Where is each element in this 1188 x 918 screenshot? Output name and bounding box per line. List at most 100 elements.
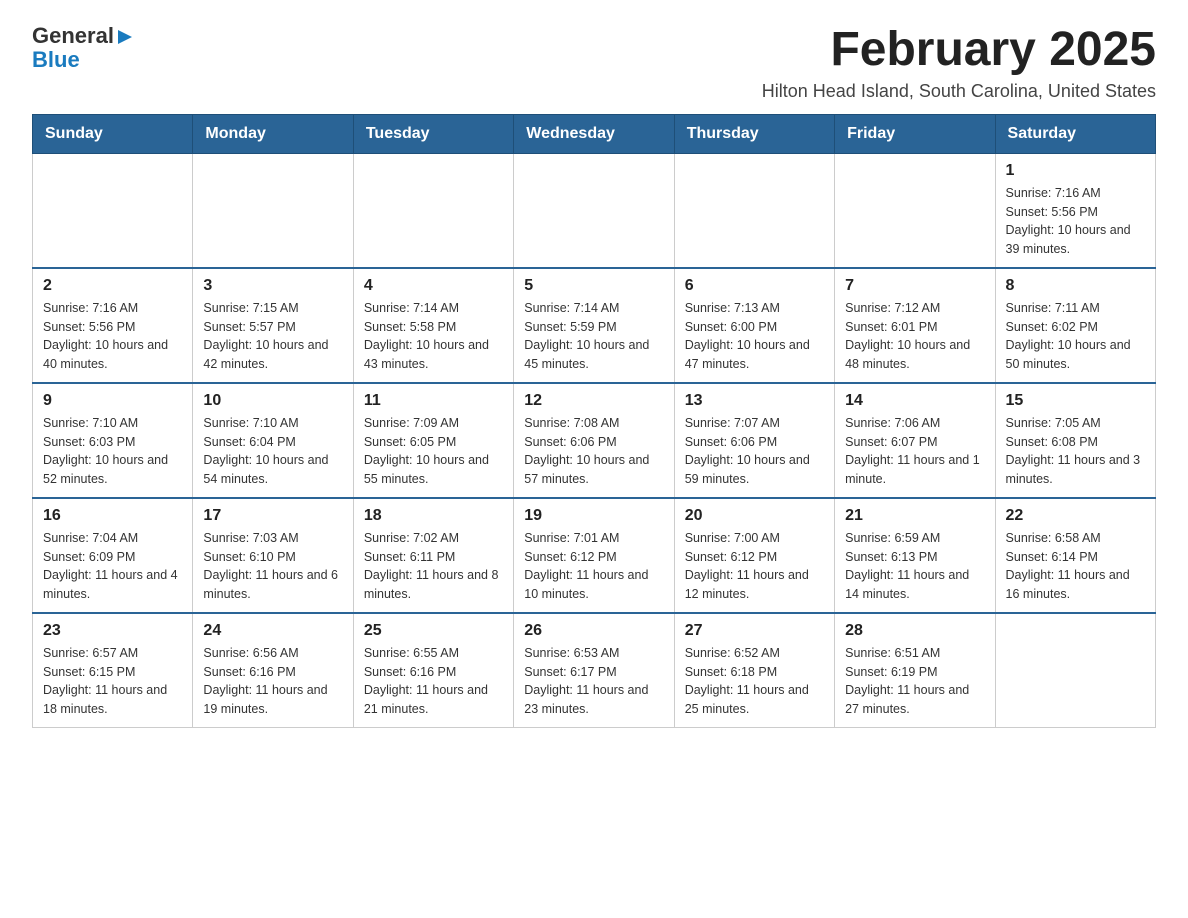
calendar-cell: 6 Sunrise: 7:13 AM Sunset: 6:00 PM Daylig…: [674, 268, 834, 383]
day-info: Sunrise: 6:53 AM Sunset: 6:17 PM Dayligh…: [524, 644, 663, 719]
day-number: 27: [685, 622, 824, 640]
day-number: 22: [1006, 507, 1145, 525]
day-number: 15: [1006, 392, 1145, 410]
day-info: Sunrise: 7:06 AM Sunset: 6:07 PM Dayligh…: [845, 414, 984, 489]
calendar-cell: 13Sunrise: 7:07 AM Sunset: 6:06 PM Dayli…: [674, 383, 834, 498]
calendar-cell: [674, 153, 834, 268]
day-info: Sunrise: 6:57 AM Sunset: 6:15 PM Dayligh…: [43, 644, 182, 719]
day-info: Sunrise: 7:00 AM Sunset: 6:12 PM Dayligh…: [685, 529, 824, 604]
calendar-cell: 22 Sunrise: 6:58 AM Sunset: 6:14 PM Dayli…: [995, 498, 1155, 613]
calendar-cell: 2Sunrise: 7:16 AM Sunset: 5:56 PM Daylig…: [33, 268, 193, 383]
day-info: Sunrise: 7:11 AM Sunset: 6:02 PM Dayligh…: [1006, 299, 1145, 374]
day-info: Sunrise: 7:16 AM Sunset: 5:56 PM Dayligh…: [43, 299, 182, 374]
calendar-cell: [33, 153, 193, 268]
day-number: 6: [685, 277, 824, 295]
day-info: Sunrise: 7:12 AM Sunset: 6:01 PM Dayligh…: [845, 299, 984, 374]
location-subtitle: Hilton Head Island, South Carolina, Unit…: [762, 81, 1156, 102]
calendar-cell: 14 Sunrise: 7:06 AM Sunset: 6:07 PM Dayli…: [835, 383, 995, 498]
calendar-week-1: 1 Sunrise: 7:16 AM Sunset: 5:56 PM Daylig…: [33, 153, 1156, 268]
calendar-cell: 21 Sunrise: 6:59 AM Sunset: 6:13 PM Dayli…: [835, 498, 995, 613]
calendar-cell: 5 Sunrise: 7:14 AM Sunset: 5:59 PM Daylig…: [514, 268, 674, 383]
calendar-cell: 19 Sunrise: 7:01 AM Sunset: 6:12 PM Dayli…: [514, 498, 674, 613]
calendar-cell: 4 Sunrise: 7:14 AM Sunset: 5:58 PM Daylig…: [353, 268, 513, 383]
logo-arrow-icon: [116, 28, 134, 46]
calendar-cell: 17 Sunrise: 7:03 AM Sunset: 6:10 PM Dayli…: [193, 498, 353, 613]
calendar-cell: 11 Sunrise: 7:09 AM Sunset: 6:05 PM Dayli…: [353, 383, 513, 498]
calendar-cell: 27 Sunrise: 6:52 AM Sunset: 6:18 PM Dayli…: [674, 613, 834, 728]
day-number: 4: [364, 277, 503, 295]
day-info: Sunrise: 6:58 AM Sunset: 6:14 PM Dayligh…: [1006, 529, 1145, 604]
calendar-cell: 7 Sunrise: 7:12 AM Sunset: 6:01 PM Daylig…: [835, 268, 995, 383]
day-number: 14: [845, 392, 984, 410]
day-number: 5: [524, 277, 663, 295]
logo-blue-text: Blue: [32, 48, 80, 72]
weekday-header-sunday: Sunday: [33, 114, 193, 153]
calendar-cell: [353, 153, 513, 268]
day-info: Sunrise: 6:52 AM Sunset: 6:18 PM Dayligh…: [685, 644, 824, 719]
weekday-header-thursday: Thursday: [674, 114, 834, 153]
day-number: 19: [524, 507, 663, 525]
day-info: Sunrise: 7:14 AM Sunset: 5:58 PM Dayligh…: [364, 299, 503, 374]
calendar-cell: [514, 153, 674, 268]
day-info: Sunrise: 6:59 AM Sunset: 6:13 PM Dayligh…: [845, 529, 984, 604]
day-info: Sunrise: 7:14 AM Sunset: 5:59 PM Dayligh…: [524, 299, 663, 374]
day-info: Sunrise: 7:04 AM Sunset: 6:09 PM Dayligh…: [43, 529, 182, 604]
day-number: 7: [845, 277, 984, 295]
calendar-week-2: 2Sunrise: 7:16 AM Sunset: 5:56 PM Daylig…: [33, 268, 1156, 383]
day-number: 1: [1006, 162, 1145, 180]
day-info: Sunrise: 7:10 AM Sunset: 6:04 PM Dayligh…: [203, 414, 342, 489]
day-number: 3: [203, 277, 342, 295]
calendar-cell: 9 Sunrise: 7:10 AM Sunset: 6:03 PM Daylig…: [33, 383, 193, 498]
calendar-cell: 8Sunrise: 7:11 AM Sunset: 6:02 PM Daylig…: [995, 268, 1155, 383]
calendar-cell: 18 Sunrise: 7:02 AM Sunset: 6:11 PM Dayli…: [353, 498, 513, 613]
day-info: Sunrise: 7:08 AM Sunset: 6:06 PM Dayligh…: [524, 414, 663, 489]
day-info: Sunrise: 7:01 AM Sunset: 6:12 PM Dayligh…: [524, 529, 663, 604]
day-info: Sunrise: 7:03 AM Sunset: 6:10 PM Dayligh…: [203, 529, 342, 604]
day-number: 21: [845, 507, 984, 525]
logo: General Blue: [32, 24, 134, 72]
day-info: Sunrise: 7:02 AM Sunset: 6:11 PM Dayligh…: [364, 529, 503, 604]
calendar-table: SundayMondayTuesdayWednesdayThursdayFrid…: [32, 114, 1156, 728]
day-number: 10: [203, 392, 342, 410]
calendar-cell: 15 Sunrise: 7:05 AM Sunset: 6:08 PM Dayli…: [995, 383, 1155, 498]
day-number: 25: [364, 622, 503, 640]
calendar-cell: 23Sunrise: 6:57 AM Sunset: 6:15 PM Dayli…: [33, 613, 193, 728]
day-info: Sunrise: 7:16 AM Sunset: 5:56 PM Dayligh…: [1006, 184, 1145, 259]
calendar-cell: [995, 613, 1155, 728]
calendar-cell: 20 Sunrise: 7:00 AM Sunset: 6:12 PM Dayli…: [674, 498, 834, 613]
day-number: 18: [364, 507, 503, 525]
day-number: 12: [524, 392, 663, 410]
day-info: Sunrise: 6:56 AM Sunset: 6:16 PM Dayligh…: [203, 644, 342, 719]
calendar-week-4: 16Sunrise: 7:04 AM Sunset: 6:09 PM Dayli…: [33, 498, 1156, 613]
calendar-cell: 28Sunrise: 6:51 AM Sunset: 6:19 PM Dayli…: [835, 613, 995, 728]
calendar-cell: 1 Sunrise: 7:16 AM Sunset: 5:56 PM Daylig…: [995, 153, 1155, 268]
day-number: 20: [685, 507, 824, 525]
logo-general-text: General: [32, 24, 114, 48]
calendar-cell: 16Sunrise: 7:04 AM Sunset: 6:09 PM Dayli…: [33, 498, 193, 613]
day-info: Sunrise: 7:10 AM Sunset: 6:03 PM Dayligh…: [43, 414, 182, 489]
day-number: 9: [43, 392, 182, 410]
calendar-week-3: 9 Sunrise: 7:10 AM Sunset: 6:03 PM Daylig…: [33, 383, 1156, 498]
day-number: 17: [203, 507, 342, 525]
day-info: Sunrise: 7:05 AM Sunset: 6:08 PM Dayligh…: [1006, 414, 1145, 489]
calendar-header-row: SundayMondayTuesdayWednesdayThursdayFrid…: [33, 114, 1156, 153]
calendar-cell: 24Sunrise: 6:56 AM Sunset: 6:16 PM Dayli…: [193, 613, 353, 728]
calendar-cell: 3 Sunrise: 7:15 AM Sunset: 5:57 PM Daylig…: [193, 268, 353, 383]
page-header: General Blue February 2025 Hilton Head I…: [32, 24, 1156, 102]
calendar-cell: [193, 153, 353, 268]
day-info: Sunrise: 6:55 AM Sunset: 6:16 PM Dayligh…: [364, 644, 503, 719]
day-number: 26: [524, 622, 663, 640]
calendar-cell: 10 Sunrise: 7:10 AM Sunset: 6:04 PM Dayli…: [193, 383, 353, 498]
weekday-header-saturday: Saturday: [995, 114, 1155, 153]
day-info: Sunrise: 7:15 AM Sunset: 5:57 PM Dayligh…: [203, 299, 342, 374]
day-number: 13: [685, 392, 824, 410]
day-info: Sunrise: 7:09 AM Sunset: 6:05 PM Dayligh…: [364, 414, 503, 489]
weekday-header-monday: Monday: [193, 114, 353, 153]
weekday-header-wednesday: Wednesday: [514, 114, 674, 153]
weekday-header-friday: Friday: [835, 114, 995, 153]
day-info: Sunrise: 7:13 AM Sunset: 6:00 PM Dayligh…: [685, 299, 824, 374]
month-title: February 2025: [762, 24, 1156, 77]
calendar-cell: 25 Sunrise: 6:55 AM Sunset: 6:16 PM Dayli…: [353, 613, 513, 728]
calendar-week-5: 23Sunrise: 6:57 AM Sunset: 6:15 PM Dayli…: [33, 613, 1156, 728]
day-number: 11: [364, 392, 503, 410]
